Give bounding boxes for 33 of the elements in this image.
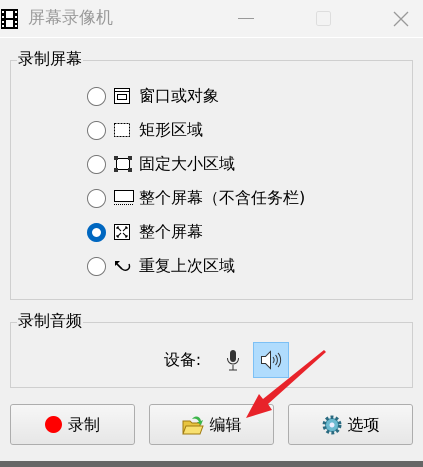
record-dot-icon bbox=[45, 416, 62, 433]
window-icon bbox=[114, 88, 130, 104]
option-label: 重复上次区域 bbox=[139, 255, 235, 277]
window-title: 屏幕录像机 bbox=[28, 6, 113, 30]
dashed-rectangle-icon bbox=[114, 123, 130, 137]
minimize-icon[interactable] bbox=[238, 18, 254, 20]
option-label: 整个屏幕（不含任务栏) bbox=[139, 187, 306, 209]
group-title: 录制音频 bbox=[17, 311, 83, 331]
option-label: 固定大小区域 bbox=[139, 153, 235, 175]
option-label: 矩形区域 bbox=[139, 119, 203, 141]
radio-button[interactable] bbox=[87, 86, 106, 106]
return-arrow-icon bbox=[114, 260, 132, 272]
record-button[interactable]: 录制 bbox=[10, 404, 135, 445]
speaker-button[interactable] bbox=[253, 342, 290, 378]
folder-icon bbox=[182, 414, 204, 434]
speaker-icon bbox=[260, 350, 282, 370]
microphone-icon bbox=[226, 349, 240, 371]
option-label: 整个屏幕 bbox=[139, 221, 203, 243]
edit-button[interactable]: 编辑 bbox=[149, 404, 274, 445]
close-icon[interactable] bbox=[393, 10, 409, 26]
option-label: 窗口或对象 bbox=[139, 85, 219, 107]
device-label: 设备: bbox=[164, 349, 202, 371]
group-title: 录制屏幕 bbox=[17, 49, 83, 69]
options-button[interactable]: 选项 bbox=[288, 404, 413, 445]
radio-button[interactable] bbox=[87, 154, 106, 174]
gear-icon bbox=[322, 414, 342, 434]
radio-button[interactable] bbox=[87, 120, 106, 140]
radio-button[interactable] bbox=[87, 256, 106, 276]
screen-icon bbox=[114, 190, 134, 206]
fixed-rectangle-icon bbox=[114, 156, 132, 172]
radio-button[interactable] bbox=[87, 188, 106, 208]
radio-button[interactable] bbox=[87, 222, 106, 242]
fullscreen-icon bbox=[114, 224, 130, 240]
